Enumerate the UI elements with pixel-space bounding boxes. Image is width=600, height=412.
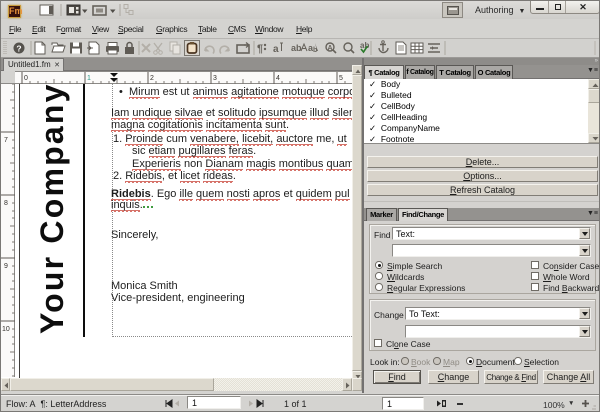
svg-text:?: ? (16, 44, 21, 54)
svg-text:a: a (273, 44, 279, 55)
svg-text:¶: ¶ (257, 43, 263, 55)
svg-text:A: A (328, 45, 333, 52)
svg-text:5: 5 (339, 75, 343, 82)
svg-text:ab: ab (360, 41, 369, 50)
svg-text:0: 0 (24, 75, 28, 82)
svg-text:2: 2 (150, 75, 154, 82)
svg-text:3: 3 (213, 75, 217, 82)
svg-text:ab: ab (291, 43, 302, 53)
svg-text:9: 9 (4, 263, 8, 270)
svg-text:4: 4 (276, 75, 280, 82)
svg-text:7: 7 (4, 137, 8, 144)
svg-text:1: 1 (87, 75, 91, 82)
svg-text:10: 10 (2, 326, 10, 333)
svg-text:8: 8 (4, 200, 8, 207)
